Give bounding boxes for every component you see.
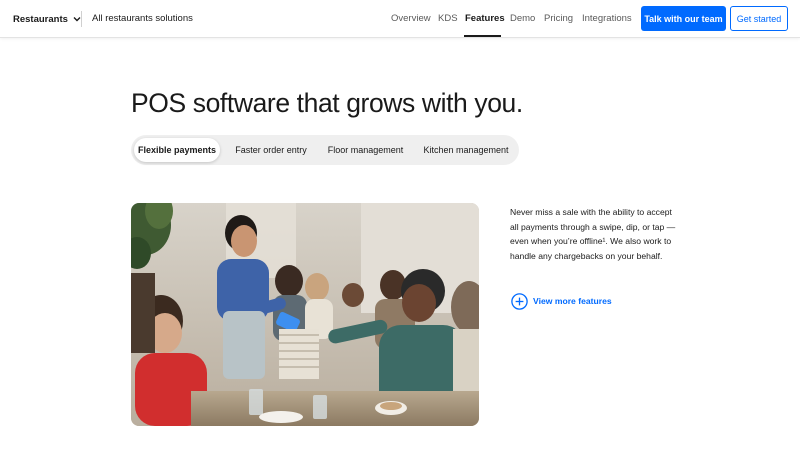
nav-link-demo[interactable]: Demo xyxy=(510,13,535,24)
nav-link-kds[interactable]: KDS xyxy=(438,13,458,24)
restaurant-payment-photo xyxy=(131,203,479,426)
page-title: POS software that grows with you. xyxy=(131,88,523,118)
nav-link-pricing[interactable]: Pricing xyxy=(544,13,573,24)
get-started-button[interactable]: Get started xyxy=(730,6,788,31)
top-navigation: Restaurants All restaurants solutions Ov… xyxy=(0,0,800,38)
talk-with-our-team-button[interactable]: Talk with our team xyxy=(641,6,726,31)
active-nav-indicator xyxy=(464,35,501,37)
nav-link-integrations[interactable]: Integrations xyxy=(582,13,632,24)
view-more-features-label: View more features xyxy=(533,296,612,306)
view-more-features-link[interactable]: View more features xyxy=(511,292,612,310)
feature-description: Never miss a sale with the ability to ac… xyxy=(510,207,676,261)
tab-floor-management[interactable]: Floor management xyxy=(321,138,410,162)
plus-circle-icon xyxy=(511,292,528,310)
nav-link-overview[interactable]: Overview xyxy=(391,13,431,24)
tab-flexible-payments[interactable]: Flexible payments xyxy=(134,138,220,162)
tab-faster-order-entry[interactable]: Faster order entry xyxy=(225,138,317,162)
tab-kitchen-management[interactable]: Kitchen management xyxy=(416,138,516,162)
nav-link-features[interactable]: Features xyxy=(465,13,505,24)
feature-tabs: Flexible payments Faster order entry Flo… xyxy=(131,135,519,165)
